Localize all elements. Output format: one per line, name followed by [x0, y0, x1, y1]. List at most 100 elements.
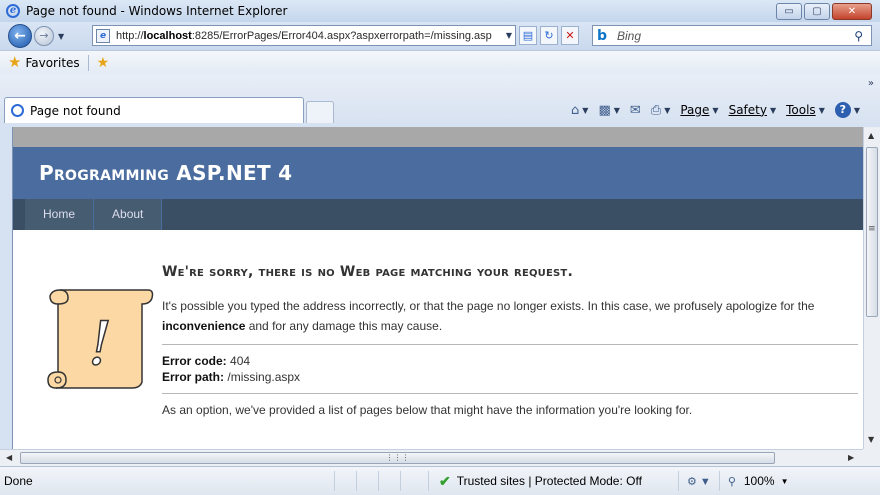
add-to-favorites-bar-icon[interactable]: ★ — [97, 55, 110, 71]
recent-pages-dropdown-icon[interactable]: ▼ — [58, 32, 64, 41]
checkmark-icon: ✔ — [439, 472, 451, 489]
site-header: Programming ASP.NET 4 — [13, 147, 863, 199]
status-text: Done — [4, 474, 33, 488]
horizontal-scrollbar[interactable]: ◀ ⋮⋮⋮ ▶ — [0, 449, 863, 466]
maximize-button[interactable]: ▢ — [804, 3, 830, 20]
popup-blocker-icon[interactable]: ⚙ ▼ — [687, 475, 711, 488]
safety-menu-label: Safety — [728, 103, 767, 117]
chevron-down-icon: ▼ — [853, 105, 860, 115]
url-dropdown-icon[interactable]: ▼ — [506, 31, 512, 40]
favorites-button[interactable]: Favorites — [25, 56, 79, 70]
grip-icon: ≡ — [868, 224, 876, 234]
ie-logo-icon: e — [6, 4, 20, 18]
favorites-bar: ★ Favorites ★ — [0, 50, 880, 74]
security-zone[interactable]: ✔ Trusted sites | Protected Mode: Off — [428, 471, 678, 491]
error-code-line: Error code: 404 — [162, 354, 251, 368]
scroll-glyph: ! — [88, 309, 112, 379]
tools-menu-label: Tools — [786, 103, 816, 117]
status-segment — [400, 471, 422, 491]
scroll-left-icon[interactable]: ◀ — [6, 453, 12, 462]
menu-item-home[interactable]: Home — [25, 199, 95, 230]
tab-page-not-found[interactable]: Page not found — [4, 97, 304, 123]
menu-item-about[interactable]: About — [94, 199, 163, 230]
favorites-separator — [87, 54, 89, 71]
compatibility-view-icon[interactable]: ▤ — [519, 26, 537, 45]
divider — [162, 393, 858, 394]
close-button[interactable]: ✕ — [832, 3, 872, 20]
chevron-down-icon: ▼ — [582, 105, 589, 115]
print-command[interactable]: ⎙ ▼ — [651, 103, 671, 118]
horizontal-scroll-thumb[interactable]: ⋮⋮⋮ — [20, 452, 775, 464]
command-items: ⌂ ▼ ▩ ▼ ✉ ⎙ ▼ Page ▼ Safety ▼ Tools ▼ ? … — [561, 102, 860, 118]
chevron-down-icon: ▼ — [818, 105, 825, 115]
error-description: It's possible you typed the address inco… — [162, 299, 815, 333]
safety-menu[interactable]: Safety ▼ — [729, 103, 777, 117]
printer-icon: ⎙ — [650, 102, 662, 118]
page-top-strip — [13, 127, 863, 147]
error-details: Error code: 404 Error path: /missing.asp… — [162, 353, 863, 385]
more-commands-chevron-icon[interactable]: » — [868, 78, 874, 89]
scroll-right-icon[interactable]: ▶ — [848, 453, 854, 462]
error-content: ! We're sorry, there is no Web page matc… — [13, 230, 863, 417]
mail-command[interactable]: ✉ — [630, 103, 641, 118]
scrollbar-corner — [863, 449, 880, 466]
error-option-text: As an option, we've provided a list of p… — [162, 403, 693, 417]
home-command[interactable]: ⌂ ▼ — [571, 103, 588, 118]
divider — [162, 344, 858, 345]
page-menu-label: Page — [680, 103, 710, 117]
chevron-down-icon: ▼ — [664, 105, 671, 115]
zoom-level: 100% — [743, 474, 775, 488]
url-text[interactable]: http://localhost:8285/ErrorPages/Error40… — [116, 30, 492, 42]
new-tab-button[interactable] — [306, 101, 334, 123]
forward-button[interactable]: → — [34, 26, 54, 46]
scroll-down-icon[interactable]: ▼ — [868, 435, 874, 444]
error-heading: We're sorry, there is no Web page matchi… — [162, 264, 573, 280]
security-zone-label: Trusted sites | Protected Mode: Off — [456, 474, 642, 488]
vertical-scrollbar[interactable]: ▲ ≡ ▼ — [863, 127, 880, 449]
command-bar: Page not found ⌂ ▼ ▩ ▼ ✉ ⎙ ▼ Page ▼ Safe… — [0, 74, 880, 124]
error-path-line: Error path: /missing.aspx — [162, 370, 301, 384]
mail-icon: ✉ — [629, 102, 641, 118]
scroll-up-icon[interactable]: ▲ — [868, 131, 874, 140]
minimize-button[interactable]: ▭ — [776, 3, 802, 20]
page-menu[interactable]: Page ▼ — [680, 103, 718, 117]
chevron-down-icon: ▼ — [780, 476, 789, 486]
site-menu: Home About — [13, 199, 863, 230]
chevron-down-icon: ▼ — [769, 105, 777, 115]
stop-icon[interactable]: ✕ — [561, 26, 579, 45]
status-segment — [356, 471, 378, 491]
chevron-down-icon: ▼ — [613, 105, 620, 115]
search-placeholder[interactable]: Bing — [617, 29, 641, 43]
help-icon: ? — [834, 102, 851, 118]
tools-menu[interactable]: Tools ▼ — [786, 103, 825, 117]
favorites-star-icon[interactable]: ★ — [8, 55, 21, 70]
page-viewport: Programming ASP.NET 4 Home About ! We're… — [12, 127, 863, 449]
rss-feed-icon: ▩ — [598, 102, 611, 118]
status-segment — [334, 471, 356, 491]
help-menu[interactable]: ? ▼ — [834, 102, 860, 118]
page-icon: e — [96, 28, 110, 43]
bing-icon: b — [597, 27, 608, 44]
scroll-exclamation-icon: ! — [47, 289, 154, 389]
status-bar: Done ✔ Trusted sites | Protected Mode: O… — [0, 466, 880, 495]
window-controls: ▭ ▢ ✕ — [774, 3, 872, 20]
address-tools: ▤ ↻ ✕ — [519, 26, 582, 45]
back-button[interactable]: ← — [8, 24, 32, 48]
feeds-command[interactable]: ▩ ▼ — [598, 103, 619, 118]
zoom-control[interactable]: ⚲ 100% ▼ — [718, 471, 789, 491]
chevron-down-icon: ▼ — [712, 105, 719, 115]
address-bar: ← → ▼ e http://localhost:8285/ErrorPages… — [0, 22, 880, 50]
zoom-icon: ⚲ — [727, 475, 736, 488]
url-field[interactable]: e http://localhost:8285/ErrorPages/Error… — [92, 25, 516, 46]
site-title: Programming ASP.NET 4 — [39, 161, 293, 185]
home-icon: ⌂ — [571, 102, 580, 118]
search-go-icon[interactable]: ⚲ — [854, 29, 863, 43]
search-field[interactable]: b Bing ⚲ — [592, 25, 872, 46]
window-titlebar: e Page not found - Windows Internet Expl… — [0, 0, 880, 22]
status-tools: ⚙ ▼ — [678, 471, 719, 491]
tab-ie-icon — [11, 104, 24, 117]
refresh-icon[interactable]: ↻ — [540, 26, 558, 45]
status-segment — [378, 471, 400, 491]
window-title: Page not found - Windows Internet Explor… — [26, 4, 288, 18]
tab-label: Page not found — [30, 103, 121, 118]
